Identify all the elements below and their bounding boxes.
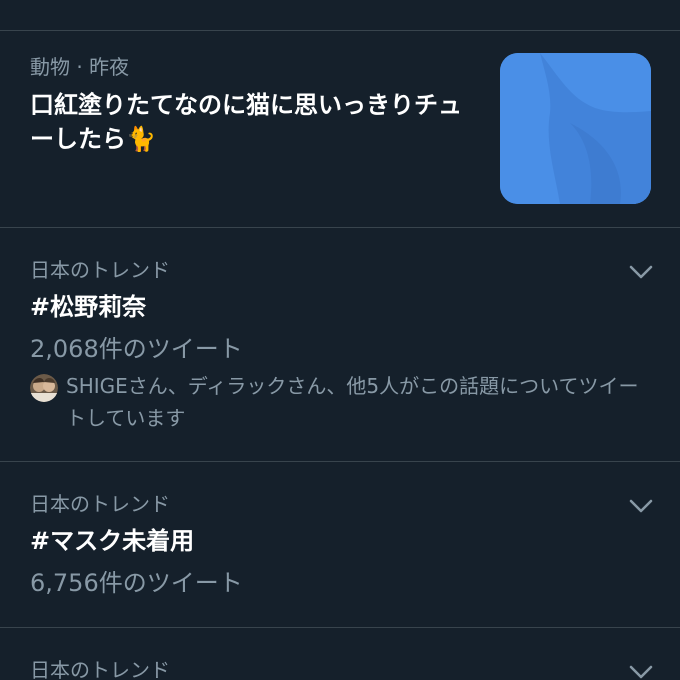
trend-name: #松野莉奈 [30,293,147,321]
bird-logo-icon [500,53,651,204]
trend-social-text: SHIGEさん、ディラックさん、他5人がこの話題についてツイートしています [66,374,639,430]
explore-timeline: 動物 · 昨夜 口紅塗りたてなのに猫に思いっきりチューしたら🐈 日本のトレンド … [0,0,680,680]
chevron-down-icon[interactable] [628,263,654,281]
moment-headline: 口紅塗りたてなのに猫に思いっきりチューしたら🐈 [30,91,462,153]
trend-context: 日本のトレンド [30,658,170,680]
moment-meta: 動物 · 昨夜 [30,55,130,79]
moment-thumbnail[interactable] [500,53,651,204]
trend-tweet-count: 2,068件のツイート [30,335,243,363]
trend-context: 日本のトレンド [30,492,170,516]
trend-name: #マスク未着用 [30,527,195,555]
avatar [30,374,58,402]
trend-tweet-count: 6,756件のツイート [30,569,243,597]
trend-item[interactable]: 日本のトレンド #松野莉奈 2,068件のツイート SHIGEさん、ディラックさ… [0,228,680,461]
trend-context: 日本のトレンド [30,258,170,282]
trend-item[interactable]: 日本のトレンド #マスク未着用 6,756件のツイート [0,462,680,627]
moment-card[interactable]: 動物 · 昨夜 口紅塗りたてなのに猫に思いっきりチューしたら🐈 [0,31,680,227]
chevron-down-icon[interactable] [628,663,654,680]
chevron-down-icon[interactable] [628,497,654,515]
trend-item[interactable]: 日本のトレンド [0,628,680,680]
